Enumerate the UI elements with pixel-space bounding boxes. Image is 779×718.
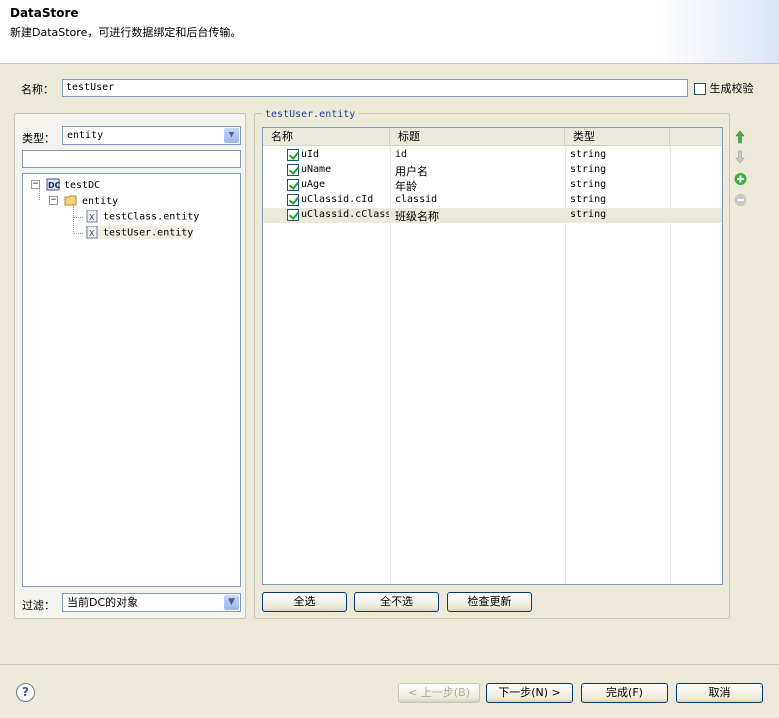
dc-tree[interactable]: − DC testDC − entity X testClass.entity … (22, 173, 241, 587)
type-select[interactable]: entity ▼ (62, 126, 241, 145)
column-header-title[interactable]: 标题 (390, 128, 565, 146)
svg-text:DC: DC (48, 181, 60, 190)
tree-node-testdc[interactable]: − DC testDC (31, 178, 100, 191)
move-up-icon[interactable] (734, 130, 746, 144)
tree-node-label: entity (82, 195, 119, 207)
help-icon[interactable]: ? (16, 683, 35, 702)
row-checkbox[interactable] (287, 209, 299, 221)
row-checkbox[interactable] (287, 179, 299, 191)
remove-icon[interactable] (734, 193, 747, 207)
row-type: string (570, 194, 607, 205)
tree-node-label: testDC (64, 179, 101, 191)
row-name: uClassid.cClass (301, 209, 389, 220)
table-row[interactable]: uAge 年龄 string (263, 178, 722, 193)
row-checkbox[interactable] (287, 194, 299, 206)
tree-node-testuser-entity[interactable]: X testUser.entity (85, 225, 194, 239)
chevron-down-icon[interactable]: ▼ (224, 128, 239, 143)
check-update-button[interactable]: 检查更新 (447, 592, 532, 612)
column-header-filler (670, 128, 722, 146)
row-type: string (570, 149, 607, 160)
table-row[interactable]: uId id string (263, 148, 722, 163)
row-title: 班级名称 (395, 210, 439, 223)
filter-select-value: 当前DC的对象 (67, 596, 139, 609)
tree-node-label: testUser.entity (103, 227, 194, 239)
tree-node-label: testClass.entity (103, 211, 200, 223)
row-title: classid (395, 194, 438, 205)
row-title: 用户名 (395, 165, 428, 178)
wizard-description: 新建DataStore，可进行数据绑定和后台传输。 (10, 26, 242, 39)
row-type: string (570, 179, 607, 190)
chevron-down-icon[interactable]: ▼ (224, 595, 239, 610)
table-row[interactable]: uClassid.cId classid string (263, 193, 722, 208)
row-name: uId (301, 149, 320, 160)
entity-file-icon: X (85, 225, 99, 239)
cancel-button[interactable]: 取消 (676, 683, 763, 703)
tree-search-input[interactable] (22, 150, 241, 168)
header-banner (659, 0, 779, 63)
entity-file-icon: X (85, 209, 99, 223)
finish-button[interactable]: 完成(F) (581, 683, 668, 703)
move-down-icon[interactable] (734, 150, 746, 164)
select-all-button[interactable]: 全选 (262, 592, 347, 612)
column-header-name[interactable]: 名称 (263, 128, 390, 146)
row-title: id (395, 149, 408, 160)
svg-text:X: X (89, 229, 95, 238)
fields-table[interactable]: 名称 标题 类型 uId id string uName 用户名 string … (262, 127, 723, 585)
row-name: uAge (301, 179, 326, 190)
back-button[interactable]: < 上一步(B) (398, 683, 480, 703)
tree-node-testclass-entity[interactable]: X testClass.entity (85, 209, 200, 223)
table-row[interactable]: uClassid.cClass 班级名称 string (263, 208, 722, 223)
filter-label: 过滤： (22, 599, 55, 612)
collapse-icon[interactable]: − (31, 180, 40, 189)
type-label: 类型： (22, 132, 55, 145)
add-icon[interactable] (734, 172, 747, 186)
tree-node-entity[interactable]: − entity (49, 194, 118, 207)
name-label: 名称： (21, 83, 54, 96)
name-input[interactable]: testUser (62, 79, 688, 97)
row-checkbox[interactable] (287, 164, 299, 176)
group-title: testUser.entity (262, 109, 359, 120)
generate-validation-option[interactable]: 生成校验 (694, 80, 754, 96)
select-none-button[interactable]: 全不选 (354, 592, 439, 612)
row-type: string (570, 164, 607, 175)
generate-validation-checkbox[interactable] (694, 83, 706, 95)
next-button[interactable]: 下一步(N) > (486, 683, 573, 703)
generate-validation-label: 生成校验 (709, 82, 754, 95)
row-title: 年龄 (395, 180, 417, 193)
wizard-title: DataStore (10, 6, 79, 20)
dc-icon: DC (46, 178, 61, 191)
type-select-value: entity (67, 130, 104, 141)
tree-connector (73, 206, 74, 234)
svg-text:X: X (89, 213, 95, 222)
folder-icon (64, 194, 78, 207)
column-header-type[interactable]: 类型 (565, 128, 670, 146)
row-checkbox[interactable] (287, 149, 299, 161)
row-type: string (570, 209, 607, 220)
tree-connector (73, 217, 83, 218)
tree-connector (73, 233, 83, 234)
row-name: uClassid.cId (301, 194, 374, 205)
table-row[interactable]: uName 用户名 string (263, 163, 722, 178)
footer-divider (0, 664, 779, 665)
collapse-icon[interactable]: − (49, 196, 58, 205)
filter-select[interactable]: 当前DC的对象 ▼ (62, 593, 241, 612)
row-name: uName (301, 164, 332, 175)
